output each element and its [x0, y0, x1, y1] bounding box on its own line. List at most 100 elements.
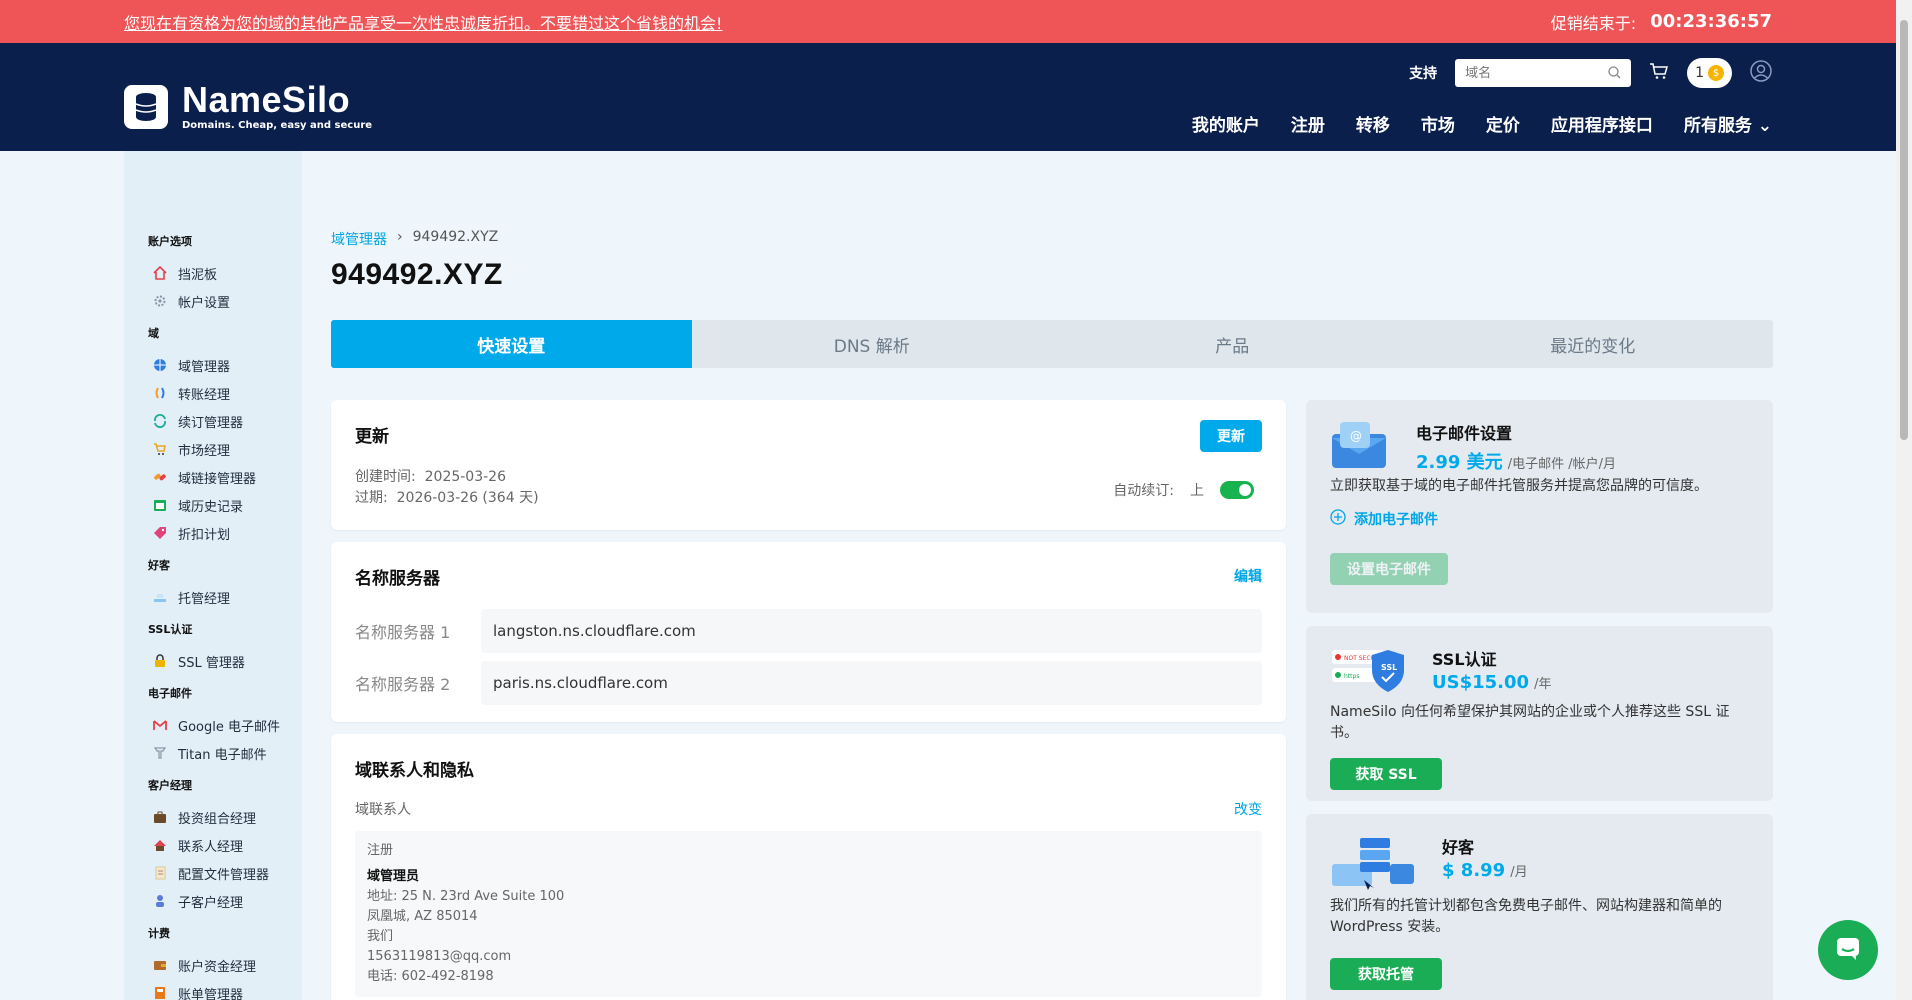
sidebar-item[interactable]: 投资组合经理 — [152, 803, 302, 831]
page-title: 949492.XYZ — [331, 258, 503, 291]
sidebar-group-title: 计费 — [148, 927, 170, 940]
sidebar-item[interactable]: 托管经理 — [152, 583, 302, 611]
nav-transfer[interactable]: 转移 — [1356, 111, 1390, 136]
bill-icon — [152, 985, 168, 1000]
sidebar-item[interactable]: Google 电子邮件 — [152, 711, 302, 739]
logo-tagline: Domains. Cheap, easy and secure — [182, 120, 373, 131]
get-ssl-button[interactable]: 获取 SSL — [1330, 758, 1442, 790]
sidebar-item[interactable]: 配置文件管理器 — [152, 859, 302, 887]
lock-icon — [152, 653, 168, 669]
renewal-title: 更新 — [355, 427, 389, 447]
tab-products[interactable]: 产品 — [1052, 320, 1413, 368]
link-icon — [152, 469, 168, 485]
nav-api[interactable]: 应用程序接口 — [1551, 111, 1653, 136]
nameservers-card: 名称服务器 编辑 名称服务器 1 langston.ns.cloudflare.… — [331, 542, 1286, 722]
cart-icon — [152, 441, 168, 457]
tab-dns[interactable]: DNS 解析 — [692, 320, 1053, 368]
nameserver-value: paris.ns.cloudflare.com — [481, 661, 1262, 705]
logo[interactable]: NameSilo Domains. Cheap, easy and secure — [124, 79, 373, 131]
sidebar-item-label: 投资组合经理 — [178, 811, 257, 827]
nav-pricing[interactable]: 定价 — [1486, 111, 1520, 136]
sidebar-item[interactable]: Titan 电子邮件 — [152, 739, 302, 767]
tab-quick-setup[interactable]: 快速设置 — [331, 320, 692, 368]
sidebar-item-label: 帐户设置 — [178, 295, 231, 311]
sidebar-item-label: 托管经理 — [178, 591, 231, 607]
sidebar-item[interactable]: 子客户经理 — [152, 887, 302, 915]
user-icon[interactable] — [1750, 60, 1772, 86]
sidebar-item[interactable]: 转账经理 — [152, 379, 302, 407]
registrant-section: 注册 — [367, 843, 394, 858]
ssl-https-text: https — [1344, 673, 1359, 680]
sidebar-item[interactable]: 续订管理器 — [152, 407, 302, 435]
contacts-change-link[interactable]: 改变 — [1234, 799, 1262, 819]
renew-button[interactable]: 更新 — [1200, 420, 1262, 452]
chevron-right-icon: › — [397, 229, 403, 245]
renew-icon — [152, 413, 168, 429]
nav-my-account[interactable]: 我的账户 — [1192, 111, 1260, 136]
profile-icon — [152, 865, 168, 881]
nameserver-label: 名称服务器 2 — [355, 675, 451, 694]
page-scrollbar[interactable] — [1896, 0, 1912, 1000]
sidebar-item[interactable]: 域链接管理器 — [152, 463, 302, 491]
registrant-name: 域管理员 — [367, 869, 420, 884]
nav-marketplace[interactable]: 市场 — [1421, 111, 1455, 136]
sidebar-item[interactable]: 帐户设置 — [152, 287, 302, 315]
email-promo-card: @ 电子邮件设置 2.99 美元 /电子邮件 /帐户/月 立即获取基于域的电子邮… — [1306, 400, 1773, 613]
sidebar-item[interactable]: 市场经理 — [152, 435, 302, 463]
search-box — [1455, 59, 1632, 87]
sidebar-item[interactable]: 域管理器 — [152, 351, 302, 379]
sidebar-item[interactable]: 账户资金经理 — [152, 951, 302, 979]
support-link[interactable]: 支持 — [1409, 63, 1437, 83]
nameservers-title: 名称服务器 — [355, 569, 440, 589]
registrant-email: 1563119813@qq.com — [367, 949, 512, 964]
expires-date: 2026-03-26 (364 天) — [396, 490, 539, 506]
chat-button[interactable] — [1818, 920, 1878, 980]
nameservers-edit-link[interactable]: 编辑 — [1234, 566, 1262, 586]
sidebar-item-label: 折扣计划 — [178, 527, 231, 543]
sidebar-item-label: 转账经理 — [178, 387, 231, 403]
sidebar-item[interactable]: 账单管理器 — [152, 979, 302, 1000]
sidebar-item[interactable]: SSL 管理器 — [152, 647, 302, 675]
promo-ends-label: 促销结束于: — [1550, 13, 1637, 33]
logo-name: NameSilo — [182, 79, 351, 120]
get-hosting-button[interactable]: 获取托管 — [1330, 958, 1442, 990]
history-icon — [152, 497, 168, 513]
home-icon — [152, 265, 168, 281]
sidebar-group-title: 客户经理 — [148, 779, 192, 792]
logo-icon — [124, 85, 168, 129]
setup-email-button[interactable]: 设置电子邮件 — [1330, 553, 1448, 585]
registrant-country: 我们 — [367, 929, 394, 944]
auto-renew-toggle[interactable] — [1220, 481, 1254, 499]
hosting-card-unit: /月 — [1510, 865, 1528, 880]
email-card-price: 2.99 美元 — [1416, 452, 1503, 473]
gmail-icon — [152, 717, 168, 733]
nav-register[interactable]: 注册 — [1291, 111, 1325, 136]
hosting-card-price: $ 8.99 — [1442, 860, 1506, 881]
email-illustration-icon: @ — [1330, 420, 1388, 474]
sidebar-item[interactable]: 挡泥板 — [152, 259, 302, 287]
sidebar-group-title: 电子邮件 — [148, 687, 192, 700]
nav-all-services[interactable]: 所有服务 ⌄ — [1684, 111, 1772, 136]
ssl-card-unit: /年 — [1534, 677, 1552, 692]
scrollbar-thumb[interactable] — [1900, 20, 1908, 440]
sidebar-item-label: Google 电子邮件 — [178, 719, 280, 735]
search-icon[interactable] — [1608, 64, 1621, 83]
sidebar-item[interactable]: 折扣计划 — [152, 519, 302, 547]
add-email-link[interactable]: 添加电子邮件 — [1330, 509, 1749, 529]
sidebar-item[interactable]: 域历史记录 — [152, 491, 302, 519]
breadcrumb: 域管理器 › 949492.XYZ — [331, 229, 498, 249]
breadcrumb-parent[interactable]: 域管理器 — [331, 229, 387, 249]
plus-circle-icon — [1330, 509, 1346, 529]
tab-recent-changes[interactable]: 最近的变化 — [1413, 320, 1774, 368]
promo-link[interactable]: 您现在有资格为您的域的其他产品享受一次性忠诚度折扣。不要错过这个省钱的机会! — [124, 10, 722, 34]
email-card-desc: 立即获取基于域的电子邮件托管服务并提高您品牌的可信度。 — [1330, 478, 1708, 494]
contacts-subtitle: 域联系人 — [355, 802, 411, 818]
chat-icon — [1834, 934, 1862, 966]
coin-balance[interactable]: 1 $ — [1687, 58, 1732, 88]
briefcase-icon — [152, 809, 168, 825]
cart-icon[interactable] — [1649, 62, 1669, 84]
sidebar-item[interactable]: 联系人经理 — [152, 831, 302, 859]
search-input[interactable] — [1465, 65, 1609, 81]
ssl-shield-text: SSL — [1381, 663, 1397, 672]
sidebar-item-label: 域链接管理器 — [178, 471, 257, 487]
